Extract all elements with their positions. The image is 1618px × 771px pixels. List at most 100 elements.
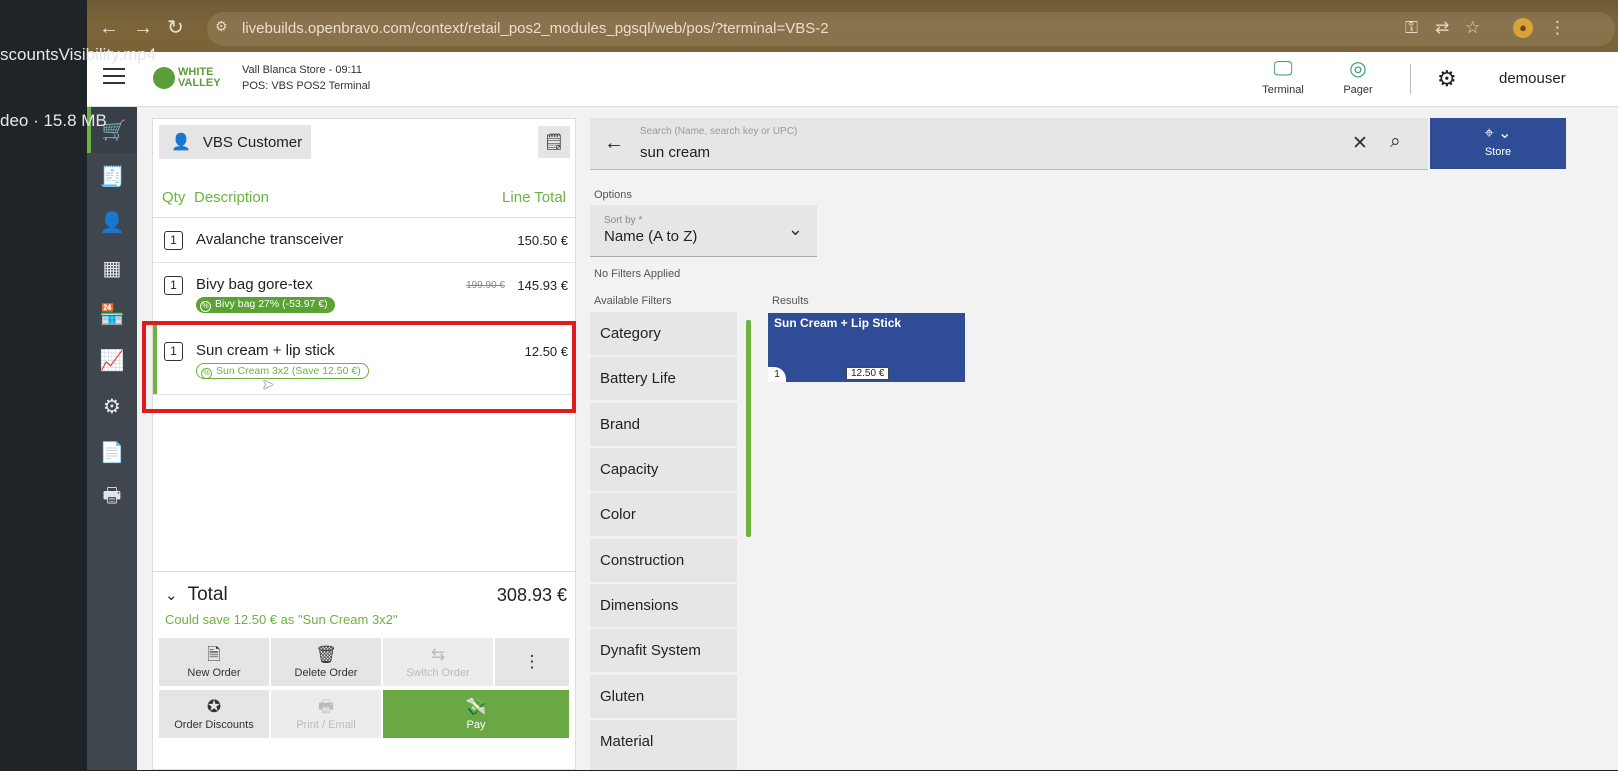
discount-badge: % Bivy bag 27% (-53.97 €)	[196, 297, 335, 313]
discount-text: Bivy bag 27% (-53.97 €)	[215, 298, 328, 310]
product-search-bar[interactable]: ← Search (Name, search key or UPC) sun c…	[590, 118, 1428, 170]
key-icon[interactable]: ⚿	[1405, 18, 1418, 38]
qty-header: Qty	[162, 189, 186, 206]
total-area: ⌄ Total 308.93 € Could save 12.50 € as "S…	[153, 571, 577, 771]
total-toggle[interactable]: ⌄ Total	[165, 584, 228, 606]
pager-label: Pager	[1343, 84, 1373, 96]
store-button[interactable]: ⌖ ⌄ Store	[1430, 118, 1566, 169]
print-email-button[interactable]: 🖶 Print / Email	[271, 690, 381, 738]
ticket-line[interactable]: 1 Bivy bag gore-tex 199.90 € 145.93 € % B…	[153, 263, 577, 323]
side-nav-documents[interactable]: 📄	[87, 429, 137, 475]
product-result-tile[interactable]: Sun Cream + Lip Stick 1 12.50 €	[768, 313, 965, 382]
results-label: Results	[772, 295, 809, 307]
new-order-button[interactable]: 🗎 New Order	[159, 638, 269, 686]
discount-percent-icon: %	[200, 301, 211, 312]
more-options-button[interactable]: ⋮	[495, 638, 569, 686]
site-settings-icon[interactable]: ⚙	[215, 18, 228, 35]
terminal-label: Terminal	[1262, 84, 1304, 96]
side-nav-store[interactable]: 🏪	[87, 291, 137, 337]
filter-color[interactable]: Color	[590, 493, 737, 536]
print-icon: 🖶	[317, 697, 335, 716]
clear-icon[interactable]: ✕	[1352, 132, 1368, 155]
pay-hand-icon: 💸	[465, 697, 487, 716]
filter-battery-life[interactable]: Battery Life	[590, 357, 737, 400]
line-total-header: Line Total	[502, 189, 566, 206]
chevron-down-icon: ⌄	[787, 219, 803, 239]
options-label: Options	[594, 189, 632, 201]
chevron-down-icon: ⌄	[165, 587, 178, 604]
url-text[interactable]: livebuilds.openbravo.com/context/retail_…	[242, 20, 829, 37]
delete-order-label: Delete Order	[294, 667, 358, 679]
description-header: Description	[194, 189, 270, 206]
product-price: 12.50 €	[846, 367, 890, 380]
switch-order-button[interactable]: ⇆ Switch Order	[383, 638, 493, 686]
side-nav-settings[interactable]: ⚙	[87, 383, 137, 429]
logo-ball-icon	[153, 67, 175, 89]
cash-register-icon: ▦	[102, 257, 122, 280]
ticket-line[interactable]: 1 Avalanche transceiver 150.50 €	[153, 218, 577, 263]
header-separator	[1410, 64, 1411, 94]
trash-icon: 🗑	[315, 645, 337, 664]
filter-dynafit-system[interactable]: Dynafit System	[590, 629, 737, 672]
person-icon: 👤	[99, 211, 125, 234]
side-nav-cash[interactable]: ▦	[87, 245, 137, 291]
pay-label: Pay	[466, 719, 486, 731]
search-input[interactable]: sun cream	[640, 144, 710, 161]
side-navigation: 🛒 🧾 👤 ▦ 🏪 📈 ⚙ 📄 🖶	[87, 107, 137, 770]
location-pin-icon: ⌖ ⌄	[1484, 125, 1512, 142]
switch-order-label: Switch Order	[406, 667, 470, 679]
customer-button[interactable]: 👤 VBS Customer	[159, 125, 311, 159]
search-placeholder: Search (Name, search key or UPC)	[640, 126, 798, 137]
pager-button[interactable]: ◎ Pager	[1323, 58, 1393, 96]
browser-toolbar: ← → ↻ ⚙ livebuilds.openbravo.com/context…	[87, 0, 1618, 56]
side-nav-customers[interactable]: 👤	[87, 199, 137, 245]
line-total: 150.50 €	[517, 233, 568, 248]
pager-icon: ◎	[1349, 58, 1367, 80]
no-filters-label: No Filters Applied	[594, 268, 681, 280]
gear-icon: ⚙	[103, 395, 121, 418]
store-label: Store	[1484, 146, 1512, 158]
video-file-label: scountsVisibility.mp4 deo · 15.8 MB	[0, 0, 156, 154]
video-meta: deo · 15.8 MB	[0, 111, 107, 130]
reload-icon[interactable]: ↻	[167, 16, 184, 40]
settings-gear-icon[interactable]: ⚙	[1437, 66, 1457, 92]
store-icon: 🏪	[99, 303, 125, 326]
filter-dimensions[interactable]: Dimensions	[590, 584, 737, 627]
line-description: Avalanche transceiver	[196, 231, 344, 248]
browser-menu-icon[interactable]: ⋮	[1549, 18, 1566, 38]
pay-button[interactable]: 💸 Pay	[383, 690, 569, 738]
search-icon[interactable]: ⌕	[1390, 131, 1401, 153]
annotation-highlight-box	[142, 321, 576, 413]
white-valley-logo: WHITE VALLEY	[153, 64, 225, 94]
bookmark-star-icon[interactable]: ☆	[1465, 18, 1480, 38]
filters-scrollbar[interactable]	[746, 320, 751, 537]
filter-material[interactable]: Material	[590, 720, 737, 770]
profile-avatar-icon[interactable]: ●	[1513, 18, 1533, 38]
available-filters-label: Available Filters	[594, 295, 672, 307]
filter-capacity[interactable]: Capacity	[590, 448, 737, 491]
total-label: Total	[187, 584, 228, 605]
delete-order-button[interactable]: 🗑 Delete Order	[271, 638, 381, 686]
sort-value: Name (A to Z)	[604, 228, 698, 245]
terminal-button[interactable]: 🖵 Terminal	[1248, 58, 1318, 96]
back-arrow-icon[interactable]: ←	[604, 132, 624, 155]
print-email-label: Print / Email	[296, 719, 356, 731]
printer-icon: 🖶	[102, 485, 122, 507]
product-name: Sun Cream + Lip Stick	[774, 316, 902, 330]
ticket-panel: 👤 VBS Customer 🗒 Qty Description Line To…	[152, 118, 577, 771]
line-qty: 1	[164, 276, 183, 295]
ticket-menu-button[interactable]: 🗒	[538, 126, 570, 158]
username[interactable]: demouser	[1499, 70, 1566, 87]
side-nav-printer[interactable]: 🖶	[87, 475, 137, 521]
translate-icon[interactable]: ⇄	[1435, 18, 1449, 38]
side-nav-reports[interactable]: 📈	[87, 337, 137, 383]
side-nav-receipts[interactable]: 🧾	[87, 153, 137, 199]
filter-gluten[interactable]: Gluten	[590, 675, 737, 718]
filter-brand[interactable]: Brand	[590, 403, 737, 446]
filter-category[interactable]: Category	[590, 312, 737, 355]
order-discounts-button[interactable]: ✪ Order Discounts	[159, 690, 269, 738]
filter-construction[interactable]: Construction	[590, 539, 737, 582]
more-vertical-icon: ⋮	[523, 652, 541, 671]
monitor-icon: 🖵	[1273, 58, 1293, 80]
sort-by-select[interactable]: Sort by * Name (A to Z) ⌄	[590, 205, 817, 257]
